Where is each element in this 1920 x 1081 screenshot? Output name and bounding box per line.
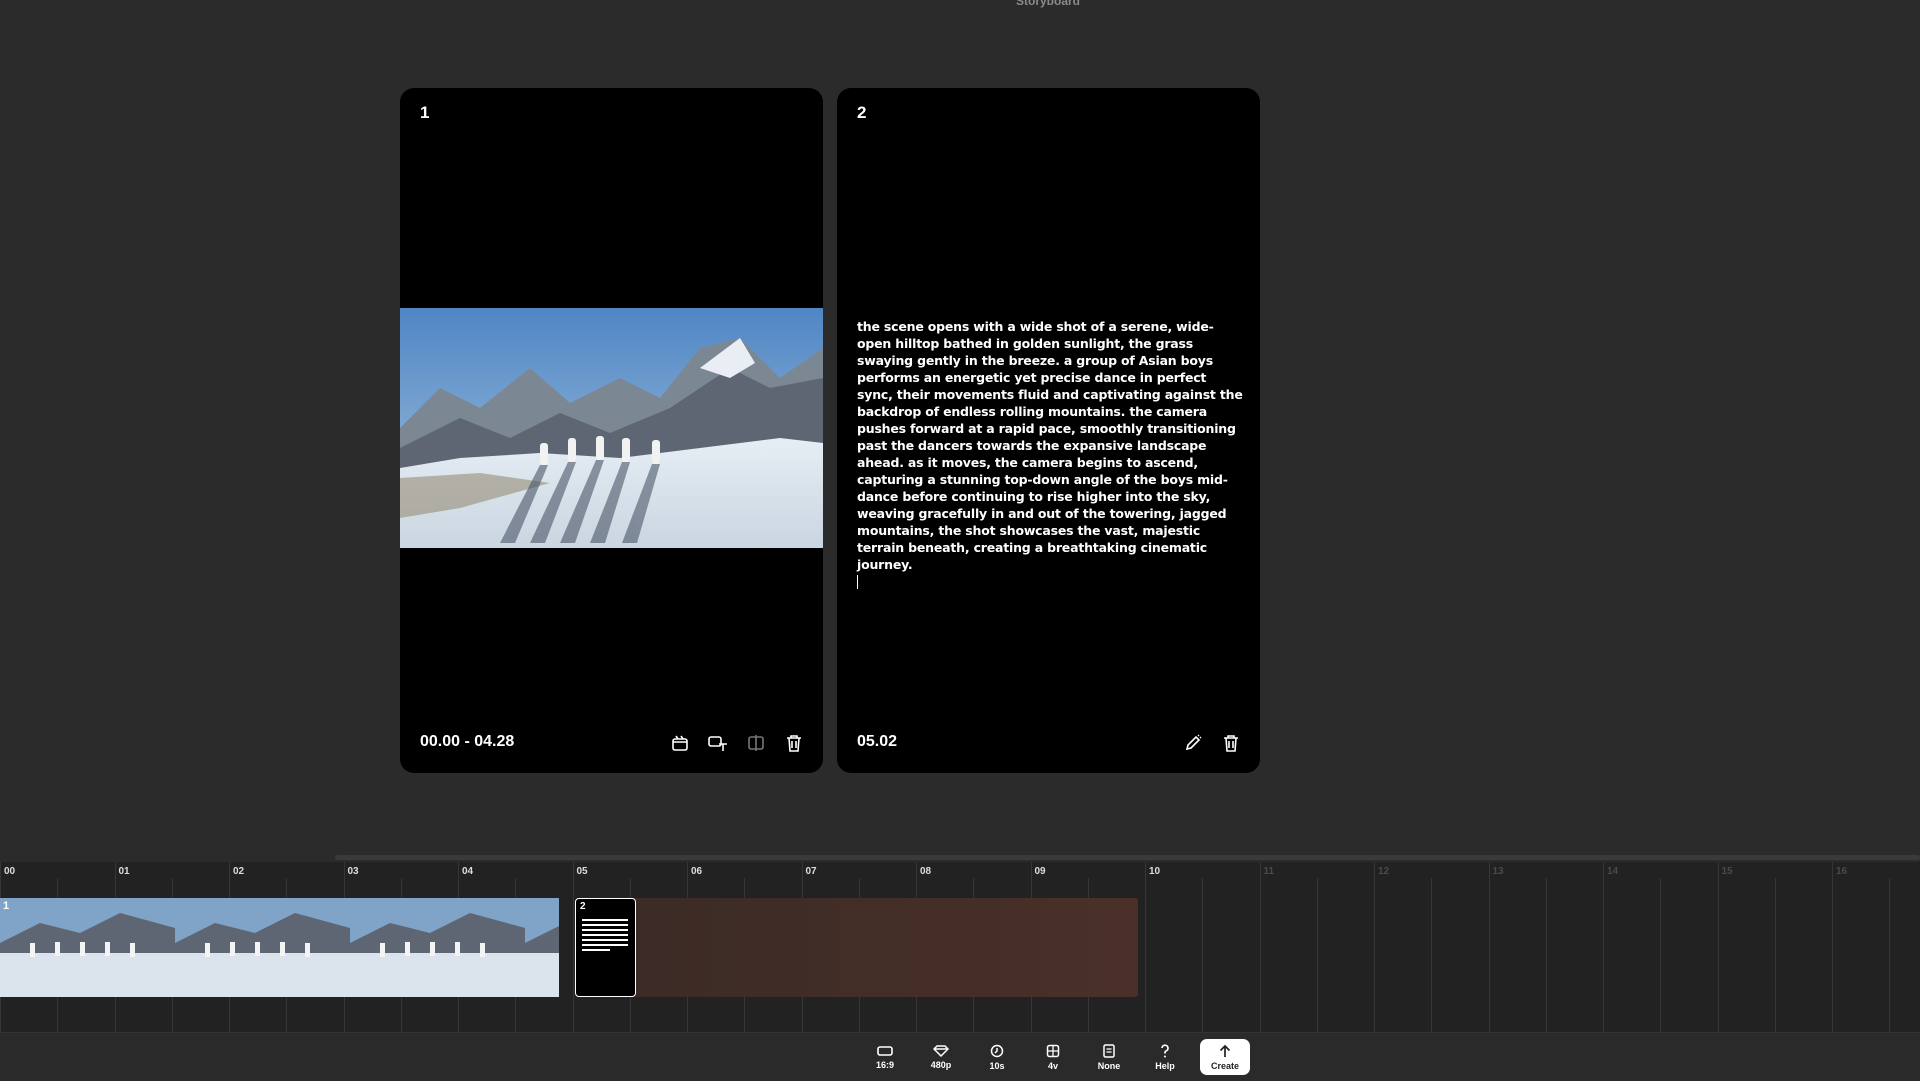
timeline-tick-label: 06 bbox=[691, 866, 703, 877]
text-caret bbox=[857, 575, 858, 589]
resolution-button[interactable]: 480p bbox=[916, 1039, 966, 1075]
timeline-tick: 05 bbox=[572, 862, 588, 1032]
timeline-tick-label: 07 bbox=[805, 866, 817, 877]
storyboard-card-1[interactable]: 1 00.00 - 04.28 bbox=[400, 88, 823, 773]
style-preset-button[interactable]: None bbox=[1084, 1039, 1134, 1075]
aspect-ratio-button[interactable]: 16:9 bbox=[860, 1039, 910, 1075]
clip-thumbnail bbox=[0, 898, 175, 997]
style-preset-label: None bbox=[1097, 1060, 1121, 1071]
timeline-tick-label: 08 bbox=[920, 866, 932, 877]
timeline-tick-label: 04 bbox=[462, 866, 474, 877]
clip-thumbnail bbox=[175, 898, 350, 997]
aspect-ratio-label: 16:9 bbox=[875, 1059, 894, 1070]
timeline[interactable]: 00 01 02 03 04 05 06 07 08 09 10 11 12 13 14 15 16 1 2 bbox=[0, 862, 1920, 1048]
timeline-tick: 12 bbox=[1374, 862, 1389, 1032]
timeline-clip-2-track[interactable] bbox=[575, 898, 1138, 997]
timeline-clip-2[interactable]: 2 bbox=[575, 898, 636, 997]
resolution-label: 480p bbox=[930, 1059, 952, 1070]
text-to-video-icon[interactable] bbox=[707, 732, 729, 754]
card-time-range: 00.00 - 04.28 bbox=[420, 733, 515, 750]
timeline-tick: 11 bbox=[1259, 862, 1274, 1032]
timeline-tick: 16 bbox=[1832, 862, 1847, 1032]
timeline-subtick bbox=[1202, 878, 1204, 1048]
text-document-icon bbox=[582, 919, 628, 954]
timeline-clip-1[interactable]: 1 bbox=[0, 898, 559, 997]
timeline-subtick bbox=[1316, 878, 1318, 1048]
timeline-subtick bbox=[1545, 878, 1547, 1048]
aspect-ratio-icon bbox=[877, 1045, 893, 1056]
clip-thumbnail bbox=[350, 898, 525, 997]
help-label: Help bbox=[1155, 1060, 1175, 1071]
timeline-tick-label: 09 bbox=[1034, 866, 1046, 877]
prompt-text: the scene opens with a wide shot of a se… bbox=[857, 319, 1243, 572]
timeline-subtick bbox=[1431, 878, 1433, 1048]
timeline-tick-label: 05 bbox=[576, 866, 588, 877]
duration-button[interactable]: 10s bbox=[972, 1039, 1022, 1075]
timeline-tick-label: 14 bbox=[1607, 866, 1619, 877]
timeline-tick: 10 bbox=[1145, 862, 1160, 1032]
timeline-subtick bbox=[1660, 878, 1662, 1048]
create-label: Create bbox=[1210, 1060, 1239, 1071]
scene-thumbnail bbox=[400, 308, 823, 548]
card-number: 1 bbox=[420, 103, 430, 122]
card-time: 05.02 bbox=[857, 733, 898, 750]
timeline-tick: 15 bbox=[1717, 862, 1733, 1032]
variations-label: 4v bbox=[1047, 1060, 1058, 1071]
timeline-tick-label: 10 bbox=[1149, 866, 1161, 877]
timeline-ruler[interactable]: 00 01 02 03 04 05 06 07 08 09 10 11 12 13 14 15 16 bbox=[0, 862, 1920, 1048]
timeline-tick-label: 11 bbox=[1263, 866, 1275, 877]
clip-number: 2 bbox=[580, 901, 586, 912]
timeline-tick-label: 03 bbox=[347, 866, 359, 877]
timeline-tick-label: 13 bbox=[1492, 866, 1504, 877]
timeline-tick-label: 01 bbox=[118, 866, 130, 877]
scene-prompt-text[interactable]: the scene opens with a wide shot of a se… bbox=[857, 318, 1245, 593]
bottom-toolbar: 16:9 480p 10s 4v None Help Create bbox=[0, 1032, 1920, 1081]
timeline-subtick bbox=[1889, 878, 1891, 1048]
timeline-subtick bbox=[1774, 878, 1776, 1048]
page-title: Storyboard bbox=[1015, 0, 1080, 8]
document-icon bbox=[1103, 1043, 1115, 1058]
timeline-tick-label: 12 bbox=[1378, 866, 1390, 877]
upload-arrow-icon bbox=[1219, 1044, 1231, 1057]
clip-thumbnail bbox=[525, 898, 559, 997]
create-button[interactable]: Create bbox=[1200, 1039, 1250, 1075]
grid-icon bbox=[1046, 1044, 1060, 1057]
edit-icon[interactable] bbox=[1182, 732, 1204, 754]
storyboard-card-2[interactable]: 2 the scene opens with a wide shot of a … bbox=[837, 88, 1260, 773]
clock-icon bbox=[990, 1044, 1004, 1057]
trash-icon[interactable] bbox=[783, 732, 805, 754]
diamond-icon bbox=[933, 1044, 949, 1057]
variations-button[interactable]: 4v bbox=[1028, 1039, 1078, 1075]
clapper-icon[interactable] bbox=[669, 732, 691, 754]
timeline-tick-label: 15 bbox=[1721, 866, 1733, 877]
timeline-scrollbar[interactable] bbox=[335, 855, 1920, 860]
timeline-tick: 14 bbox=[1603, 862, 1618, 1032]
clip-number: 1 bbox=[3, 900, 10, 912]
compare-icon[interactable] bbox=[745, 732, 767, 754]
duration-label: 10s bbox=[989, 1060, 1005, 1071]
timeline-tick: 13 bbox=[1488, 862, 1504, 1032]
timeline-tick-label: 00 bbox=[4, 866, 16, 877]
help-icon bbox=[1161, 1043, 1169, 1057]
help-button[interactable]: Help bbox=[1140, 1039, 1190, 1075]
trash-icon[interactable] bbox=[1220, 732, 1242, 754]
timeline-tick-label: 16 bbox=[1836, 866, 1848, 877]
timeline-tick-label: 02 bbox=[233, 866, 245, 877]
card-number: 2 bbox=[857, 103, 867, 122]
